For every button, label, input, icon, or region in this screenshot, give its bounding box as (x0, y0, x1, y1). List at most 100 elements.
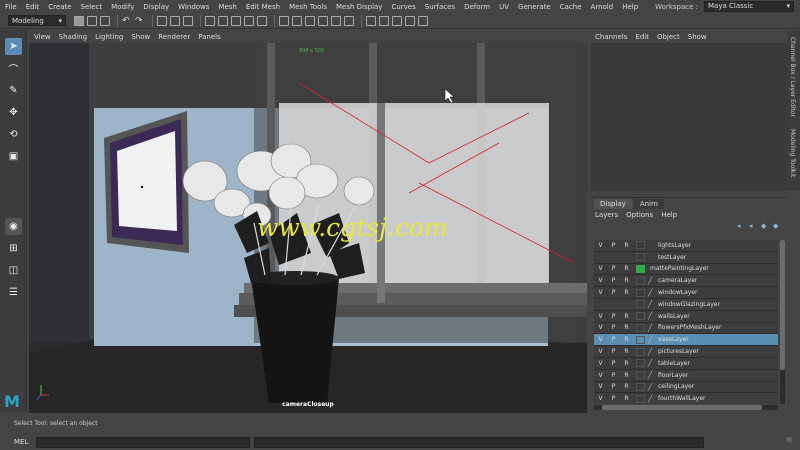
render-view-icon[interactable] (292, 15, 302, 26)
reference-toggle[interactable]: R (620, 395, 633, 402)
menu-uv[interactable]: UV (499, 3, 509, 11)
visibility-toggle[interactable]: V (594, 336, 607, 343)
paint-select-tool-button[interactable]: ✎ (5, 82, 22, 99)
layer-row[interactable]: V P R mattePaintingLayer (594, 263, 778, 276)
script-language-toggle[interactable]: MEL (14, 438, 36, 446)
channel-menu-object[interactable]: Object (657, 33, 680, 41)
channel-menu-channels[interactable]: Channels (595, 33, 627, 41)
visibility-toggle[interactable]: V (594, 372, 607, 379)
layer-row[interactable]: V P R ╱ ceilingLayer (594, 381, 778, 394)
visibility-toggle[interactable]: V (594, 313, 607, 320)
script-editor-icon[interactable]: ▤ (786, 436, 792, 443)
layer-color-swatch[interactable] (636, 335, 645, 344)
move-layer-up-icon[interactable]: ◂ (737, 223, 745, 230)
menu-mesh[interactable]: Mesh (218, 3, 236, 11)
select-object-icon[interactable] (170, 15, 180, 26)
layer-color-swatch[interactable] (636, 312, 645, 321)
menu-windows[interactable]: Windows (178, 3, 209, 11)
move-layer-down-icon[interactable]: ◂ (749, 223, 757, 230)
viewport-3d[interactable]: 898 x 500 www.cgtsj.com cameraCloseup (29, 43, 587, 413)
reference-toggle[interactable]: R (620, 242, 633, 249)
snap-plane-icon[interactable] (244, 15, 254, 26)
render-settings-icon[interactable] (331, 15, 341, 26)
layer-row[interactable]: testLayer (594, 251, 778, 264)
render-icon[interactable] (305, 15, 315, 26)
playback-toggle[interactable]: P (607, 242, 620, 249)
history-icon[interactable] (279, 15, 289, 26)
playback-toggle[interactable]: P (607, 395, 620, 402)
channel-menu-show[interactable]: Show (688, 33, 707, 41)
reference-toggle[interactable]: R (620, 313, 633, 320)
reference-toggle[interactable]: R (620, 372, 633, 379)
layer-color-swatch[interactable] (636, 253, 645, 262)
layer-color-swatch[interactable] (636, 394, 645, 403)
playback-toggle[interactable]: P (607, 372, 620, 379)
channel-box-icon[interactable] (418, 15, 428, 26)
layer-color-swatch[interactable] (636, 359, 645, 368)
select-component-icon[interactable] (183, 15, 193, 26)
snap-curve-icon[interactable] (218, 15, 228, 26)
reference-toggle[interactable]: R (620, 348, 633, 355)
single-view-button[interactable]: ◉ (5, 218, 22, 235)
outliner-layout-button[interactable]: ☰ (5, 284, 22, 301)
save-scene-icon[interactable] (100, 15, 110, 26)
layer-list-vertical-scrollbar[interactable] (780, 240, 785, 404)
layer-color-swatch[interactable] (636, 323, 645, 332)
move-tool-button[interactable]: ✥ (5, 104, 22, 121)
visibility-toggle[interactable]: V (594, 289, 607, 296)
reference-toggle[interactable]: R (620, 324, 633, 331)
viewport-menu-lighting[interactable]: Lighting (95, 33, 123, 41)
scrollbar-thumb[interactable] (780, 240, 785, 370)
menu-help[interactable]: Help (622, 3, 638, 11)
menu-modify[interactable]: Modify (111, 3, 134, 11)
snap-point-icon[interactable] (231, 15, 241, 26)
hypershade-icon[interactable] (344, 15, 354, 26)
tab-modeling-toolkit[interactable]: Modeling Toolkit (789, 129, 796, 177)
layer-row[interactable]: V P R ╱ picturesLayer (594, 346, 778, 358)
snap-surface-icon[interactable] (257, 15, 267, 26)
reference-toggle[interactable]: R (620, 336, 633, 343)
layer-row[interactable]: V P R lightsLayer (594, 240, 778, 252)
layers-menu-help[interactable]: Help (661, 211, 677, 219)
new-scene-icon[interactable] (74, 15, 84, 26)
character-controls-icon[interactable] (379, 15, 389, 26)
ipr-render-icon[interactable] (318, 15, 328, 26)
visibility-toggle[interactable]: V (594, 395, 607, 402)
snap-grid-icon[interactable] (205, 15, 215, 26)
viewport-menu-show[interactable]: Show (131, 33, 150, 41)
playback-toggle[interactable]: P (607, 289, 620, 296)
layer-row[interactable]: V P R ╱ tableLayer (594, 357, 778, 370)
reference-toggle[interactable]: R (620, 360, 633, 367)
menu-edit-mesh[interactable]: Edit Mesh (246, 3, 280, 11)
channel-box-body[interactable] (591, 43, 787, 191)
new-layer-from-selection-icon[interactable]: ◆ (773, 223, 781, 230)
menu-display[interactable]: Display (143, 3, 169, 11)
playback-toggle[interactable]: P (607, 383, 620, 390)
menu-arnold[interactable]: Arnold (591, 3, 614, 11)
attribute-editor-icon[interactable] (392, 15, 402, 26)
layer-row[interactable]: V P R ╱ cameraLayer (594, 275, 778, 288)
viewport-menu-view[interactable]: View (34, 33, 51, 41)
new-empty-layer-icon[interactable]: ◆ (761, 223, 769, 230)
menu-select[interactable]: Select (81, 3, 103, 11)
viewport-menu-panels[interactable]: Panels (198, 33, 221, 41)
menu-cache[interactable]: Cache (560, 3, 582, 11)
layer-row[interactable]: V P R ╱ floorLayer (594, 369, 778, 382)
layer-color-swatch[interactable] (636, 288, 645, 297)
workspace-dropdown[interactable]: Maya Classic ▾ (704, 1, 794, 12)
menu-set-dropdown[interactable]: Modeling ▾ (8, 15, 66, 26)
visibility-toggle[interactable]: V (594, 277, 607, 284)
visibility-toggle[interactable]: V (594, 265, 607, 272)
rotate-tool-button[interactable]: ⟲ (5, 126, 22, 143)
modeling-toolkit-icon[interactable] (366, 15, 376, 26)
tab-anim[interactable]: Anim (633, 199, 664, 209)
layers-menu-options[interactable]: Options (626, 211, 653, 219)
select-hierarchy-icon[interactable] (157, 15, 167, 26)
reference-toggle[interactable]: R (620, 265, 633, 272)
playback-toggle[interactable]: P (607, 336, 620, 343)
menu-deform[interactable]: Deform (464, 3, 490, 11)
visibility-toggle[interactable]: V (594, 242, 607, 249)
layer-row-selected[interactable]: V P R ╱ vaseLayer (594, 334, 778, 347)
layer-color-swatch[interactable] (636, 264, 645, 273)
reference-toggle[interactable]: R (620, 289, 633, 296)
